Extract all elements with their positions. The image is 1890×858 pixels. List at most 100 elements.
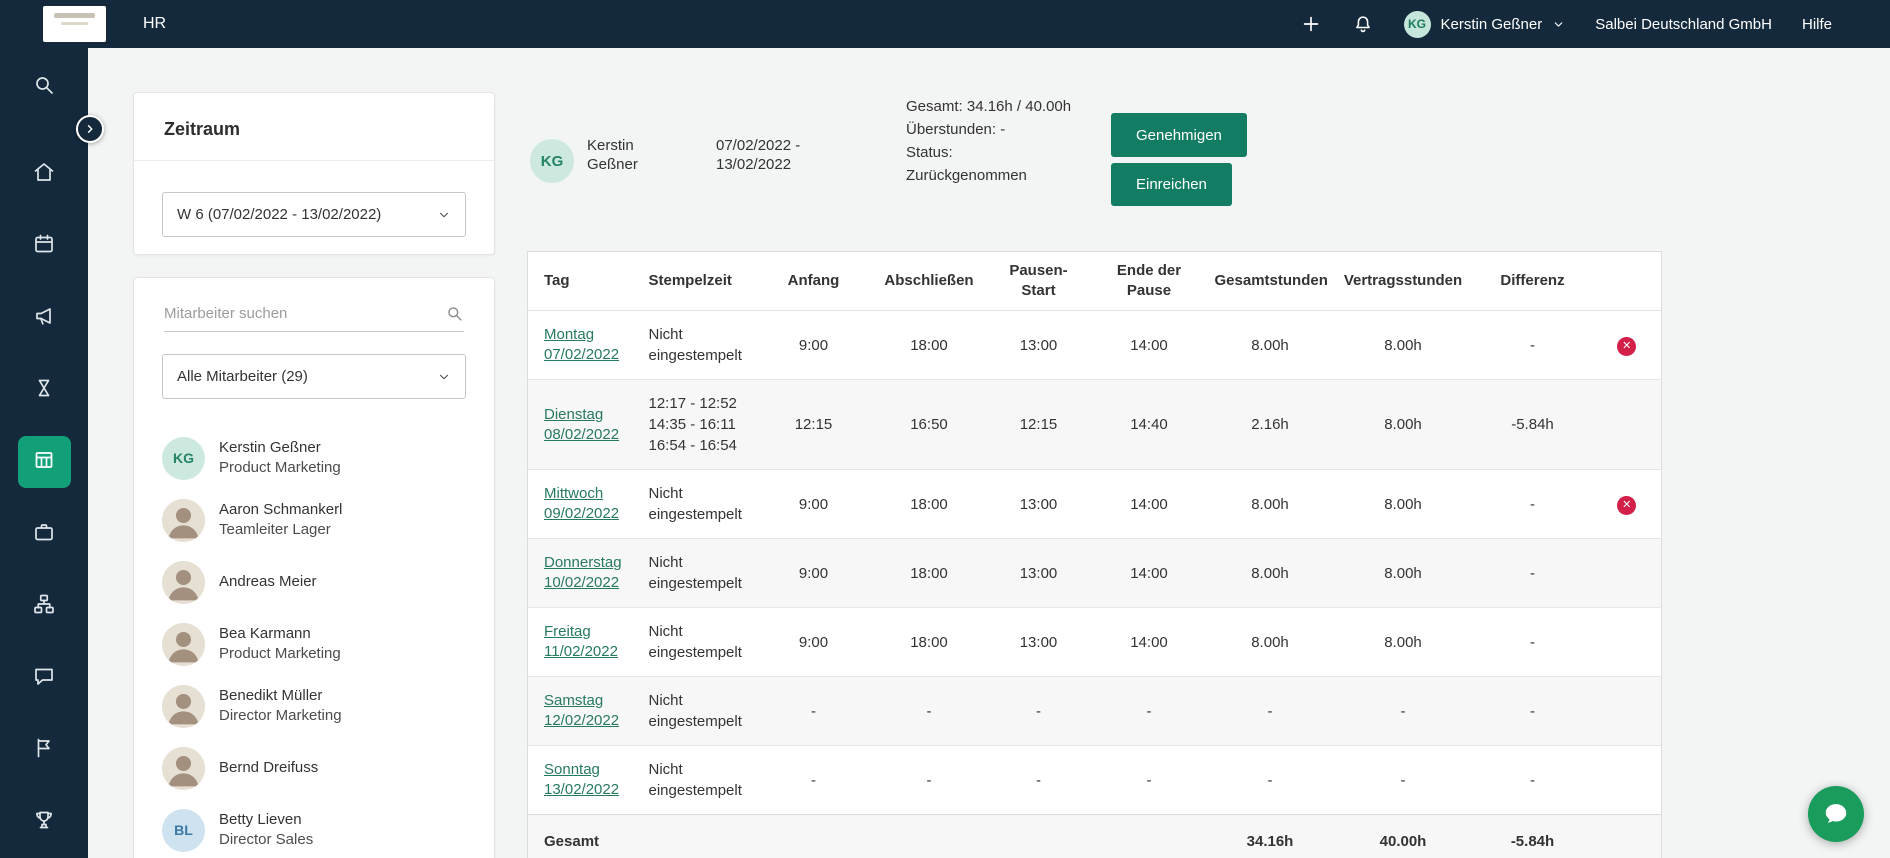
attendance-row: Freitag 11/02/2022 Nicht eingestempelt 9:00… (527, 608, 1662, 677)
attendance-row: Montag 07/02/2022 Nicht eingestempelt 9:00 1… (527, 311, 1662, 380)
employee-filter-value: Alle Mitarbeiter (29) (177, 368, 308, 385)
chevron-down-icon (437, 370, 451, 384)
stamp-times: Nicht eingestempelt (648, 692, 742, 730)
employee-avatar: KG (530, 139, 574, 183)
employee-search-input[interactable] (164, 305, 445, 322)
employee-name: Bernd Dreifuss (219, 759, 319, 776)
column-header: Gesamtstunden (1206, 251, 1334, 311)
column-header: Tag (527, 251, 633, 311)
column-header: Vertragsstunden (1333, 251, 1473, 311)
search-icon (32, 73, 56, 102)
day-link[interactable]: Montag 07/02/2022 (544, 325, 619, 365)
announcements-megaphone-icon (32, 304, 56, 333)
sidebar-item-org-chart[interactable] (18, 580, 71, 632)
column-header: Differenz (1472, 251, 1593, 311)
main-content: Zeitraum W 6 (07/02/2022 - 13/02/2022) A… (88, 48, 1890, 858)
day-link[interactable]: Freitag 11/02/2022 (544, 622, 618, 662)
employee-photo-avatar (162, 622, 205, 666)
employee-list-item[interactable]: KG Kerstin Geßner Product Marketing (134, 427, 494, 489)
messages-chat-icon (32, 664, 56, 693)
table-header-row: Tag Stempelzeit Anfang Abschließen Pausen-St… (527, 251, 1662, 311)
column-header (1592, 251, 1662, 311)
employee-avatar: KG (162, 436, 205, 480)
org-chart-icon (32, 592, 56, 621)
recruiting-briefcase-icon (32, 520, 56, 549)
quick-add-plus-icon[interactable] (1300, 13, 1322, 35)
employee-list-item[interactable]: Benedikt Müller Director Marketing (134, 675, 494, 737)
company-logo[interactable] (43, 6, 106, 42)
employee-list-item[interactable]: BL Betty Lieven Director Sales (134, 799, 494, 858)
sidebar-item-announcements-megaphone[interactable] (18, 292, 71, 344)
topbar-actions: KG Kerstin Geßner Salbei Deutschland Gmb… (1300, 0, 1832, 48)
chat-launcher-button[interactable] (1808, 786, 1864, 842)
approve-button[interactable]: Genehmigen (1111, 113, 1247, 157)
day-link[interactable]: Dienstag 08/02/2022 (544, 405, 619, 445)
sidebar-item-absence-hourglass[interactable] (18, 364, 71, 416)
company-name: Salbei Deutschland GmbH (1595, 15, 1772, 33)
absence-hourglass-icon (32, 376, 56, 405)
employee-name: Aaron Schmankerl (219, 501, 343, 518)
day-link[interactable]: Mittwoch 09/02/2022 (544, 484, 619, 524)
detail-employee-name: Kerstin Geßner (587, 137, 638, 173)
week-select[interactable]: W 6 (07/02/2022 - 13/02/2022) (162, 192, 466, 237)
employee-photo-avatar (162, 684, 205, 728)
employee-list-item[interactable]: Bea Karmann Product Marketing (134, 613, 494, 675)
period-panel-title: Zeitraum (164, 119, 241, 139)
calendar-icon (32, 232, 56, 261)
week-select-value: W 6 (07/02/2022 - 13/02/2022) (177, 206, 382, 223)
sidebar-item-search[interactable] (18, 61, 71, 113)
chevron-down-icon (1552, 18, 1565, 31)
sidebar-item-attendance-grid[interactable] (17, 436, 71, 488)
employee-list: KG Kerstin Geßner Product Marketing Aaron S… (134, 427, 494, 858)
employee-role: Product Marketing (219, 645, 341, 662)
employee-name: Benedikt Müller (219, 687, 323, 704)
column-header: Stempelzeit (632, 251, 755, 311)
employee-list-item[interactable]: Andreas Meier (134, 551, 494, 613)
sidebar-item-goals-flag[interactable] (18, 724, 71, 776)
delete-entry-icon[interactable]: ✕ (1617, 337, 1637, 356)
attendance-row: Dienstag 08/02/2022 12:17 - 12:52 14:35 - 1… (527, 379, 1662, 470)
employee-role: Product Marketing (219, 459, 341, 476)
sidebar-item-performance-trophy[interactable] (18, 796, 71, 848)
employee-photo-avatar (162, 746, 205, 790)
column-header: Pausen-Start (985, 251, 1092, 311)
sidebar-item-calendar[interactable] (18, 220, 71, 272)
delete-entry-icon[interactable]: ✕ (1617, 496, 1637, 515)
summary-status-value: Zurückgenommen (906, 167, 1027, 184)
day-link[interactable]: Donnerstag 10/02/2022 (544, 553, 622, 593)
attendance-table: Tag Stempelzeit Anfang Abschließen Pausen-St… (527, 251, 1662, 858)
sidebar-item-messages-chat[interactable] (18, 652, 71, 704)
employee-filter-select[interactable]: Alle Mitarbeiter (29) (162, 354, 466, 399)
user-menu[interactable]: KG Kerstin Geßner (1403, 10, 1566, 38)
submit-button[interactable]: Einreichen (1111, 163, 1232, 206)
help-link[interactable]: Hilfe (1802, 16, 1832, 33)
employee-photo-avatar (162, 560, 205, 604)
summary-overtime: Überstunden: - (906, 121, 1006, 138)
employee-list-item[interactable]: Bernd Dreifuss (134, 737, 494, 799)
app-title: HR (143, 15, 167, 32)
logo-mark (54, 13, 95, 18)
chevron-down-icon (437, 208, 451, 222)
sidebar-nav (0, 0, 88, 858)
employee-role: Director Sales (219, 831, 314, 848)
performance-trophy-icon (32, 808, 56, 837)
column-header: Abschließen (872, 251, 986, 311)
home-icon (32, 160, 56, 189)
day-link[interactable]: Samstag 12/02/2022 (544, 691, 619, 731)
stamp-times: Nicht eingestempelt (648, 761, 742, 799)
day-link[interactable]: Sonntag 13/02/2022 (544, 760, 619, 800)
employee-name: Bea Karmann (219, 625, 311, 642)
sidebar-item-home[interactable] (18, 148, 71, 200)
sidebar-item-recruiting-briefcase[interactable] (18, 508, 71, 560)
attendance-row: Sonntag 13/02/2022 Nicht eingestempelt - - - -… (527, 746, 1662, 815)
stamp-times: Nicht eingestempelt (648, 623, 742, 661)
user-name: Kerstin Geßner (1440, 15, 1543, 33)
topbar: HR KG Kerstin Geßner Salbei Deutschland … (0, 0, 1890, 48)
notifications-bell-icon[interactable] (1352, 13, 1374, 35)
user-avatar: KG (1403, 10, 1431, 38)
stamp-times: Nicht eingestempelt (648, 485, 742, 523)
employee-name: Andreas Meier (219, 573, 317, 590)
sidebar-expand-button[interactable] (76, 115, 104, 143)
employee-list-item[interactable]: Aaron Schmankerl Teamleiter Lager (134, 489, 494, 551)
column-header: Anfang (754, 251, 873, 311)
